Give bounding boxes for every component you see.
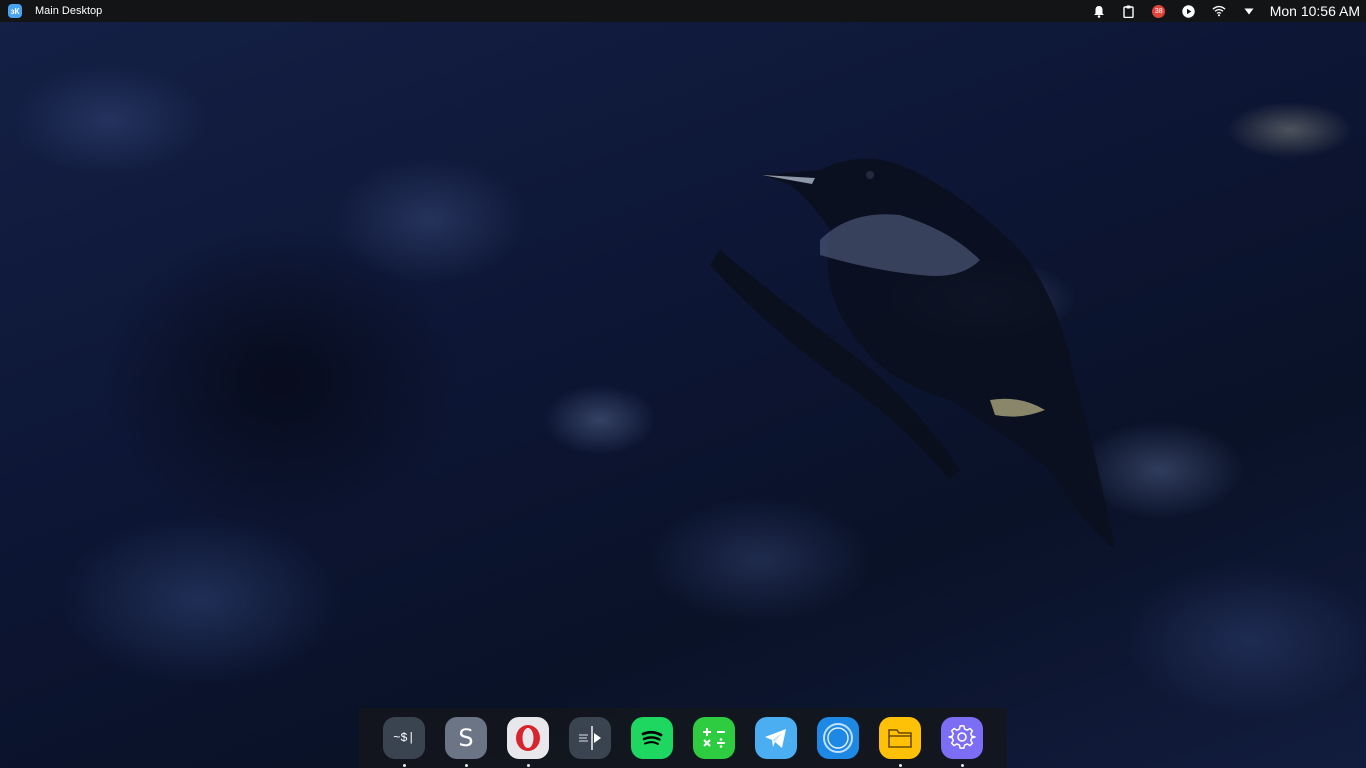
desktop-wallpaper [0, 0, 1366, 768]
running-indicator [960, 764, 964, 767]
gear-icon [941, 717, 983, 759]
dock-item-opera-browser[interactable] [507, 717, 549, 767]
dock-item-files[interactable] [879, 717, 921, 767]
running-indicator [464, 764, 468, 767]
spotify-icon [631, 717, 673, 759]
dock: ~$| S [359, 708, 1007, 768]
clipboard-icon[interactable] [1122, 4, 1136, 18]
telegram-icon [755, 717, 797, 759]
dock-item-media-player[interactable] [569, 717, 611, 759]
opera-icon [507, 717, 549, 759]
dock-item-terminal[interactable]: ~$| [383, 717, 425, 767]
dropdown-arrow-icon[interactable] [1242, 4, 1256, 18]
sublime-icon-label: S [458, 724, 474, 752]
running-indicator [402, 764, 406, 767]
dock-item-browser-circle[interactable] [817, 717, 859, 759]
wallpaper-bird [710, 158, 1115, 551]
play-icon[interactable] [1182, 4, 1196, 18]
badge-count: 38 [1152, 4, 1166, 18]
top-bar: зК Main Desktop 38 Mon 10:56 AM [0, 0, 1366, 22]
calculator-icon [693, 717, 735, 759]
wifi-icon[interactable] [1212, 4, 1226, 18]
dock-item-spotify[interactable] [631, 717, 673, 759]
running-indicator [526, 764, 530, 767]
sublime-text-icon: S [445, 717, 487, 759]
notification-badge[interactable]: 38 [1152, 4, 1166, 18]
dock-item-telegram[interactable] [755, 717, 797, 759]
media-player-icon [569, 717, 611, 759]
folder-icon [879, 717, 921, 759]
system-tray: 38 Mon 10:56 AM [1084, 0, 1366, 22]
dock-item-sublime-text[interactable]: S [445, 717, 487, 767]
clock[interactable]: Mon 10:56 AM [1270, 3, 1360, 19]
bell-icon[interactable] [1092, 4, 1106, 18]
running-indicator [898, 764, 902, 767]
terminal-icon-label: ~$| [393, 731, 415, 745]
dock-item-calculator[interactable] [693, 717, 735, 759]
circle-browser-icon [817, 717, 859, 759]
logo-text: зК [10, 6, 20, 16]
terminal-icon: ~$| [383, 717, 425, 759]
app-menu-logo-icon[interactable]: зК [8, 4, 22, 18]
active-window-title[interactable]: Main Desktop [35, 5, 102, 17]
dock-item-settings[interactable] [941, 717, 983, 767]
